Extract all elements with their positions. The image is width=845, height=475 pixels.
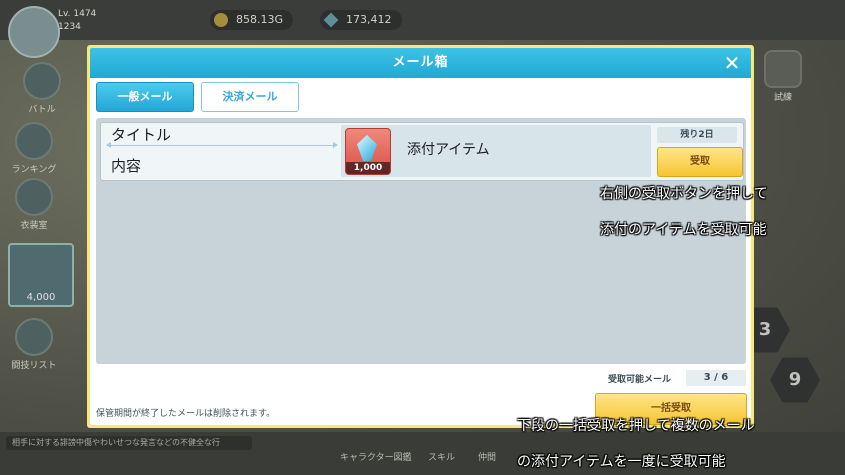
bottom-tab-character[interactable]: キャラクター図鑑 [340, 450, 412, 463]
expiry-note: 保管期間が終了したメールは削除されます。 [96, 409, 276, 419]
nav-wardrobe-label: 衣装室 [20, 221, 48, 231]
caption-right-2: 添付のアイテムを受取可能 [600, 222, 767, 238]
caption-bottom-2: の添付アイテムを一度に受取可能 [517, 454, 726, 470]
nav-arena-list[interactable]: 闘技リスト [6, 318, 62, 371]
bottom-tab-skill[interactable]: スキル [428, 450, 455, 463]
player-id: 1234 [58, 22, 81, 32]
coin-counter[interactable]: 858.13G [210, 10, 294, 30]
left-card-value: 4,000 [26, 292, 56, 303]
nav-trial[interactable]: 試練 [756, 50, 810, 103]
crystal-icon [357, 135, 377, 161]
mail-title: タイトル [111, 126, 172, 144]
gem-counter[interactable]: 173,412 [320, 10, 402, 30]
mail-content: 内容 [111, 157, 142, 175]
player-avatar[interactable] [8, 6, 60, 58]
battle-icon [23, 62, 61, 100]
receive-button[interactable]: 受取 [657, 147, 743, 177]
nav-battle-label: バトル [28, 105, 56, 115]
caption-right-1: 右側の受取ボタンを押して [600, 186, 768, 202]
nav-battle[interactable]: バトル [14, 62, 70, 115]
trophy-icon [15, 122, 53, 160]
attachment-panel: 1,000 添付アイテム [341, 125, 651, 177]
nav-wardrobe[interactable]: 衣装室 [6, 178, 62, 231]
gem-value: 173,412 [346, 13, 392, 26]
chest-icon [15, 318, 53, 356]
modal-header: メール箱 ✕ [90, 48, 751, 78]
item-count: 1,000 [346, 162, 390, 174]
nav-trial-label: 試練 [773, 93, 792, 103]
double-arrow-icon [106, 142, 338, 148]
tab-general-mail[interactable]: 一般メール [96, 82, 194, 112]
nav-arena-list-label: 闘技リスト [11, 361, 57, 371]
close-icon[interactable]: ✕ [721, 52, 743, 74]
player-level: Lv. 1474 [58, 9, 97, 19]
gem-icon [323, 12, 339, 28]
mail-list: タイトル 内容 1,000 添付アイテム 残り2日 受取 [96, 118, 746, 364]
modal-title: メール箱 [392, 55, 449, 70]
receivable-mail-count: 3 / 6 [686, 370, 746, 386]
remaining-days-badge: 残り2日 [657, 127, 737, 143]
mail-text-area: タイトル 内容 [103, 123, 339, 179]
left-item-card[interactable]: 4,000 [8, 243, 74, 307]
swords-icon [764, 50, 802, 88]
chat-ticker: 相手に対する誹謗中傷やわいせつな発言などの不健全な行 [6, 436, 252, 450]
player-info: Lv. 1474 1234 [58, 8, 148, 36]
stage-number-9: 9 [788, 369, 802, 390]
stage-number-3: 3 [758, 319, 772, 340]
dress-icon [15, 178, 53, 216]
coin-value: 858.13G [236, 13, 284, 26]
mail-row: タイトル 内容 1,000 添付アイテム 残り2日 受取 [100, 122, 744, 181]
attachment-name: 添付アイテム [407, 142, 490, 158]
coin-icon [214, 13, 228, 27]
receivable-mail-label: 受取可能メール [608, 375, 672, 385]
nav-ranking[interactable]: ランキング [6, 122, 62, 175]
caption-bottom-1: 下段の一括受取を押して複数のメール [517, 418, 755, 434]
nav-ranking-label: ランキング [11, 165, 57, 175]
bottom-tab-companion[interactable]: 仲間 [478, 450, 496, 463]
crystal-item-icon: 1,000 [345, 128, 391, 175]
tab-payment-mail[interactable]: 決済メール [201, 82, 299, 112]
